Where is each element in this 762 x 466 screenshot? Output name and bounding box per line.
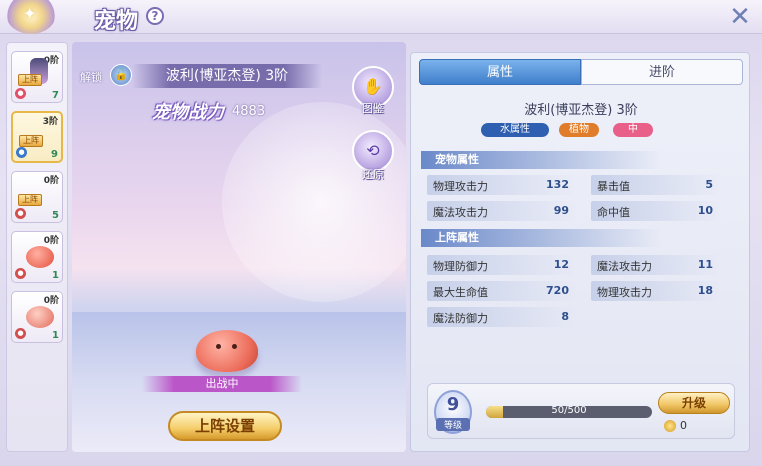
pet-display-area: 解锁 🔓 波利(博亚杰登) 3阶 宠物战力 4883 ✋ 图鉴 ⟲ 还原 出战中… <box>72 42 406 452</box>
stat-value: 11 <box>697 258 713 271</box>
stat-row: 最大生命值 720 <box>427 281 577 301</box>
pet-list: 0阶 上阵 ● 7 3阶 上阵 ● 9 0阶 上阵 ● 5 0阶 ● 1 0阶 … <box>6 42 68 452</box>
deploy-attributes-header: 上阵属性 <box>421 229 661 247</box>
codex-label: 图鉴 <box>362 102 384 115</box>
pet-level: 1 <box>52 270 59 281</box>
stat-name: 物理攻击力 <box>597 286 652 299</box>
tab-advance[interactable]: 进阶 <box>581 59 743 85</box>
help-button[interactable]: ? <box>146 7 164 25</box>
pet-slot-5[interactable]: 0阶 ● 1 <box>11 291 63 343</box>
stat-name: 魔法攻击力 <box>433 206 488 219</box>
upgrade-button[interactable]: 升级 <box>658 392 730 414</box>
pet-power-label: 宠物战力 <box>152 102 224 123</box>
stat-name: 物理攻击力 <box>433 180 488 193</box>
pet-level: 9 <box>51 149 58 160</box>
level-label: 等级 <box>436 418 470 431</box>
stat-row: 魔法攻击力 11 <box>591 255 721 275</box>
level-number: 9 <box>446 394 460 415</box>
pet-slot-3[interactable]: 0阶 上阵 ● 5 <box>11 171 63 223</box>
stat-row: 命中值 10 <box>591 201 721 221</box>
stat-value: 12 <box>553 258 569 271</box>
element-icon: ● <box>15 208 26 219</box>
stat-name: 最大生命值 <box>433 286 488 299</box>
pet-rank: 3阶 <box>42 117 58 127</box>
page-title: 宠物 <box>94 8 139 34</box>
element-icon: ● <box>15 268 26 279</box>
type-badge: 植物 <box>559 123 599 137</box>
pet-portrait <box>26 246 54 268</box>
unlock-button[interactable]: 🔓 <box>110 64 132 86</box>
stat-value: 10 <box>697 204 713 217</box>
stat-value: 99 <box>553 204 569 217</box>
stat-row: 物理防御力 12 <box>427 255 577 275</box>
title-bar: ✦ 宠物 ? ✕ <box>0 0 762 34</box>
tab-attributes[interactable]: 属性 <box>419 59 581 85</box>
stat-row: 暴击值 5 <box>591 175 721 195</box>
pet-rank: 0阶 <box>43 176 59 186</box>
coin-icon <box>664 420 676 432</box>
unlock-label: 解锁 <box>80 71 102 84</box>
stat-value: 18 <box>697 284 713 297</box>
stat-row: 物理攻击力 18 <box>591 281 721 301</box>
stat-name: 暴击值 <box>597 180 630 193</box>
pet-model[interactable] <box>196 330 258 372</box>
stat-value: 5 <box>705 178 713 191</box>
pet-level: 1 <box>52 330 59 341</box>
deploy-tag: 上阵 <box>19 135 43 147</box>
stat-row: 魔法防御力 8 <box>427 307 577 327</box>
level-panel: 9 等级 50/500 升级 0 <box>427 383 735 439</box>
size-badge: 中 <box>613 123 653 137</box>
stat-name: 魔法防御力 <box>433 312 488 325</box>
stat-name: 命中值 <box>597 206 630 219</box>
pet-level: 5 <box>52 210 59 221</box>
pet-rank: 0阶 <box>43 296 59 306</box>
coin-value: 0 <box>680 419 687 432</box>
element-icon: ● <box>15 328 26 339</box>
pet-level: 7 <box>52 90 59 101</box>
element-icon: ● <box>16 147 27 158</box>
stat-row: 物理攻击力 132 <box>427 175 577 195</box>
level-badge: 9 等级 <box>434 390 472 434</box>
pet-slot-2[interactable]: 3阶 上阵 ● 9 <box>11 111 63 163</box>
stat-value: 132 <box>546 178 569 191</box>
pet-attributes-header: 宠物属性 <box>421 151 661 169</box>
stat-row: 魔法攻击力 99 <box>427 201 577 221</box>
pet-rank: 0阶 <box>43 236 59 246</box>
element-text: 水属性 <box>500 124 530 135</box>
pet-power-value: 4883 <box>232 104 266 119</box>
pet-name-banner: 波利(博亚杰登) 3阶 <box>132 64 322 88</box>
pet-info-name: 波利(博亚杰登) 3阶 <box>524 103 638 118</box>
pet-eye <box>232 344 237 349</box>
stat-name: 物理防御力 <box>433 260 488 273</box>
deploy-tag: 上阵 <box>18 194 42 206</box>
stat-value: 720 <box>546 284 569 297</box>
close-button[interactable]: ✕ <box>726 4 754 30</box>
deploy-tag: 上阵 <box>18 74 42 86</box>
stat-name: 魔法攻击力 <box>597 260 652 273</box>
element-badge: 水属性 <box>481 123 549 137</box>
pet-slot-1[interactable]: 0阶 上阵 ● 7 <box>11 51 63 103</box>
deploy-settings-button[interactable]: 上阵设置 <box>168 411 282 441</box>
battle-status: 出战中 <box>142 376 302 392</box>
element-icon: ● <box>15 88 26 99</box>
exp-text: 50/500 <box>551 405 587 416</box>
star-icon: ✦ <box>23 4 37 23</box>
pet-portrait <box>26 306 54 328</box>
restore-label: 还原 <box>362 168 384 181</box>
stat-value: 8 <box>561 310 569 323</box>
pet-eye <box>216 344 221 349</box>
pet-slot-4[interactable]: 0阶 ● 1 <box>11 231 63 283</box>
attribute-panel: 属性 进阶 波利(博亚杰登) 3阶 水属性 植物 中 宠物属性 物理攻击力 13… <box>410 52 750 452</box>
